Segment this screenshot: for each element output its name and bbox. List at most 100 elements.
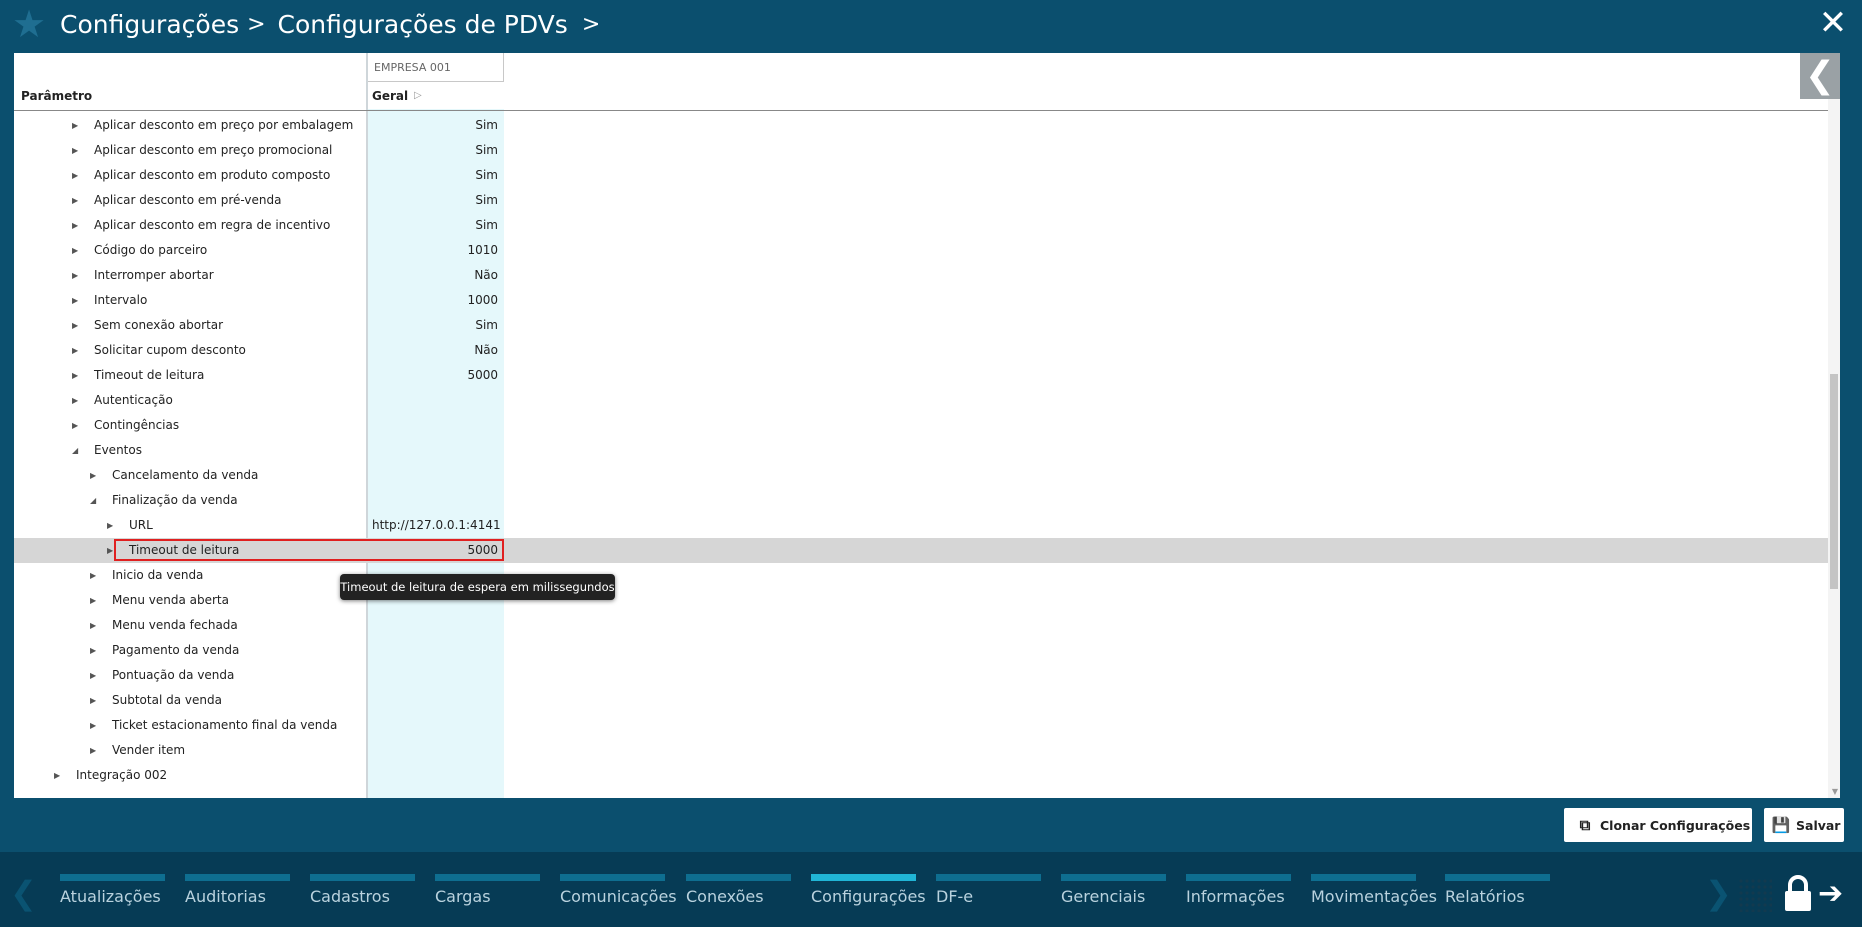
favorite-star-icon[interactable]: ★ — [12, 4, 52, 44]
nav-next-icon[interactable]: ❯ — [1705, 874, 1732, 912]
expand-arrow-icon[interactable]: ▶ — [90, 688, 96, 713]
expand-arrow-icon[interactable]: ▶ — [90, 638, 96, 663]
table-row[interactable]: ▶ URL http://127.0.0.1:4141 — [14, 513, 1840, 538]
selection-highlight-box — [114, 539, 504, 561]
row-value[interactable]: Sim — [370, 113, 498, 138]
table-row[interactable]: ▶ Aplicar desconto em produto composto Sim — [14, 163, 1840, 188]
param-column-header[interactable]: Parâmetro — [21, 82, 92, 110]
expand-column-icon[interactable]: ▷ — [414, 82, 422, 110]
nav-item-bar — [310, 874, 415, 881]
expand-arrow-icon[interactable]: ▶ — [72, 238, 78, 263]
nav-prev-icon[interactable]: ❮ — [10, 874, 37, 912]
collapse-arrow-icon[interactable]: ◢ — [90, 488, 96, 513]
row-value[interactable]: Não — [370, 338, 498, 363]
table-row[interactable]: ▶ Aplicar desconto em preço promocional Si… — [14, 138, 1840, 163]
row-value[interactable]: Sim — [370, 138, 498, 163]
expand-arrow-icon[interactable]: ▶ — [72, 163, 78, 188]
row-value[interactable]: Sim — [370, 213, 498, 238]
nav-item-bar — [1186, 874, 1291, 881]
table-row[interactable]: ▶ Timeout de leitura 5000 — [14, 363, 1840, 388]
table-row[interactable]: ▶ Subtotal da venda — [14, 688, 1840, 713]
table-row[interactable]: ▶ Interromper abortar Não — [14, 263, 1840, 288]
table-row[interactable]: ▶ Ticket estacionamento final da venda — [14, 713, 1840, 738]
table-row[interactable]: ▶ Aplicar desconto em regra de incentivo S… — [14, 213, 1840, 238]
row-value[interactable]: 1010 — [370, 238, 498, 263]
expand-arrow-icon[interactable]: ▶ — [107, 513, 113, 538]
row-label: URL — [129, 518, 153, 532]
expand-arrow-icon[interactable]: ▶ — [72, 313, 78, 338]
table-row[interactable]: ▶ Vender item — [14, 738, 1840, 763]
row-label: Autenticação — [94, 393, 173, 407]
nav-item-label: Atualizações — [60, 887, 161, 906]
table-row[interactable]: ▶ Inicio da venda — [14, 563, 1840, 588]
expand-arrow-icon[interactable]: ▶ — [72, 363, 78, 388]
breadcrumb-item[interactable]: Configurações de PDVs — [278, 10, 568, 39]
logout-arrow-icon[interactable]: ➔ — [1818, 876, 1843, 911]
geral-column-header[interactable]: Geral — [372, 82, 408, 110]
vertical-scrollbar[interactable]: ▼ — [1828, 99, 1840, 798]
expand-arrow-icon[interactable]: ▶ — [90, 613, 96, 638]
expand-arrow-icon[interactable]: ▶ — [90, 663, 96, 688]
expand-arrow-icon[interactable]: ▶ — [90, 738, 96, 763]
row-value[interactable]: 1000 — [370, 288, 498, 313]
nav-item-bar — [560, 874, 665, 881]
table-row[interactable]: ▶ Menu venda aberta — [14, 588, 1840, 613]
expand-arrow-icon[interactable]: ▶ — [90, 713, 96, 738]
expand-arrow-icon[interactable]: ▶ — [72, 388, 78, 413]
table-row[interactable]: ▶ Aplicar desconto em preço por embalagem… — [14, 113, 1840, 138]
table-row[interactable]: ▶ Pontuação da venda — [14, 663, 1840, 688]
row-label: Ticket estacionamento final da venda — [112, 718, 338, 732]
row-value[interactable]: Sim — [370, 188, 498, 213]
table-row[interactable]: ▶ Contingências — [14, 413, 1840, 438]
row-value[interactable]: http://127.0.0.1:4141 — [372, 513, 501, 538]
expand-arrow-icon[interactable]: ▶ — [72, 138, 78, 163]
table-row[interactable]: ◢ Eventos — [14, 438, 1840, 463]
row-value[interactable]: 5000 — [370, 363, 498, 388]
expand-arrow-icon[interactable]: ▶ — [90, 463, 96, 488]
row-label: Aplicar desconto em produto composto — [94, 168, 331, 182]
nav-item-bar — [1311, 874, 1416, 881]
expand-arrow-icon[interactable]: ▶ — [107, 538, 113, 563]
table-row[interactable]: ▶ Aplicar desconto em pré-venda Sim — [14, 188, 1840, 213]
save-button[interactable]: 💾 Salvar — [1764, 808, 1844, 842]
app-header: ★ Configurações > Configurações de PDVs … — [0, 0, 1862, 53]
breadcrumb-chevron-icon[interactable]: > — [582, 12, 600, 37]
expand-arrow-icon[interactable]: ▶ — [90, 563, 96, 588]
scrollbar-thumb[interactable] — [1830, 374, 1838, 589]
company-column-header[interactable]: EMPRESA 001 — [368, 53, 504, 82]
collapse-arrow-icon[interactable]: ◢ — [72, 438, 78, 463]
lock-icon[interactable] — [1782, 874, 1814, 914]
expand-arrow-icon[interactable]: ▶ — [90, 588, 96, 613]
table-row[interactable]: ▶ Pagamento da venda — [14, 638, 1840, 663]
table-row[interactable]: ▶ Intervalo 1000 — [14, 288, 1840, 313]
table-row[interactable]: ◢ Finalização da venda — [14, 488, 1840, 513]
row-value[interactable]: Sim — [370, 313, 498, 338]
expand-arrow-icon[interactable]: ▶ — [72, 113, 78, 138]
row-value[interactable]: Não — [370, 263, 498, 288]
apps-grid-icon[interactable] — [1738, 878, 1772, 912]
expand-arrow-icon[interactable]: ▶ — [72, 213, 78, 238]
clone-config-button[interactable]: ⧉ Clonar Configurações — [1564, 808, 1752, 842]
table-row[interactable]: ▶ Sem conexão abortar Sim — [14, 313, 1840, 338]
close-icon[interactable]: ✕ — [1816, 6, 1850, 40]
table-row[interactable]: ▶ Cancelamento da venda — [14, 463, 1840, 488]
row-label: Subtotal da venda — [112, 693, 222, 707]
expand-arrow-icon[interactable]: ▶ — [72, 263, 78, 288]
table-row[interactable]: ▶ Código do parceiro 1010 — [14, 238, 1840, 263]
expand-arrow-icon[interactable]: ▶ — [72, 288, 78, 313]
scroll-down-icon[interactable]: ▼ — [1832, 787, 1838, 796]
nav-item-bar — [936, 874, 1041, 881]
row-label: Intervalo — [94, 293, 148, 307]
row-value[interactable]: Sim — [370, 163, 498, 188]
table-row[interactable]: ▶ Integração 002 — [14, 763, 1840, 788]
expand-arrow-icon[interactable]: ▶ — [72, 413, 78, 438]
table-row[interactable]: ▶ Menu venda fechada — [14, 613, 1840, 638]
nav-item-bar — [811, 874, 916, 881]
breadcrumb-item[interactable]: Configurações — [60, 10, 239, 39]
table-row[interactable]: ▶ Solicitar cupom desconto Não — [14, 338, 1840, 363]
expand-arrow-icon[interactable]: ▶ — [72, 188, 78, 213]
expand-arrow-icon[interactable]: ▶ — [54, 763, 60, 788]
table-row[interactable]: ▶ Autenticação — [14, 388, 1840, 413]
expand-arrow-icon[interactable]: ▶ — [72, 338, 78, 363]
nav-item-label: Conexões — [686, 887, 764, 906]
